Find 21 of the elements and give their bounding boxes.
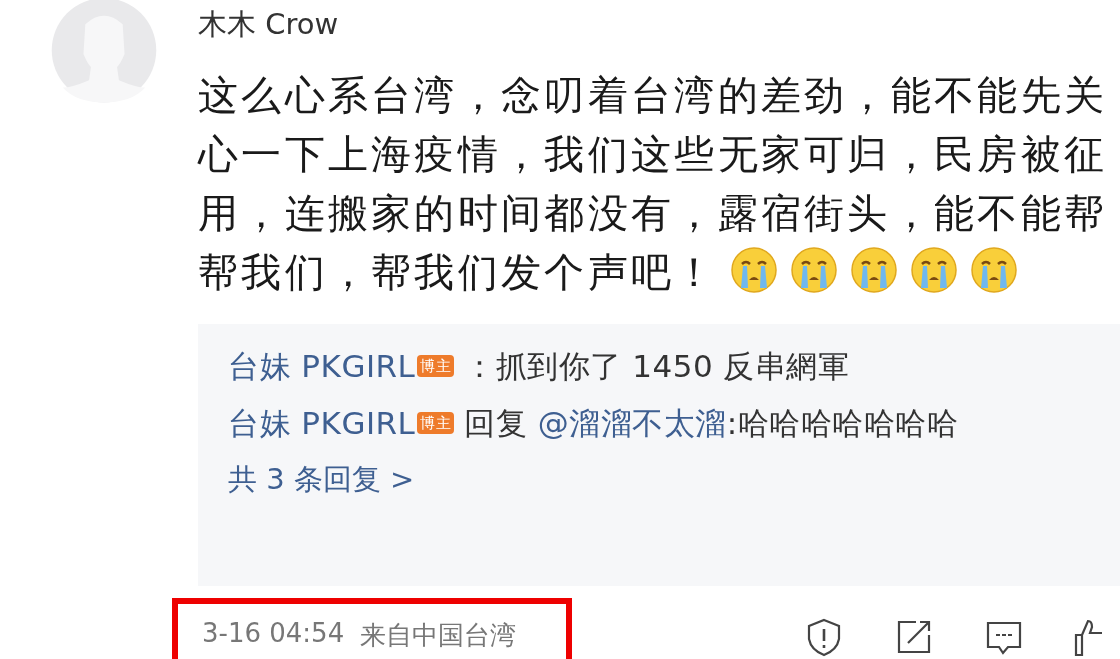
reply-text: :哈哈哈哈哈哈哈 <box>726 405 959 441</box>
username[interactable]: 木木 Crow <box>198 6 1120 42</box>
reply-author[interactable]: 台妹 PKGIRL <box>228 405 416 441</box>
reply-text: 回复 <box>464 405 529 441</box>
comment-text-line: 帮我们，帮我们发个声吧！ <box>198 249 718 295</box>
crying-emoji-icon <box>849 246 898 294</box>
crying-emoji-icon <box>909 246 958 294</box>
more-replies-link[interactable]: 共 3 条回复 > <box>228 462 415 496</box>
comment-text-line: 这么心系台湾，念叨着台湾的差劲，能不能先关 <box>198 72 1108 118</box>
comment-text-line: 用，连搬家的时间都没有，露宿街头，能不能帮 <box>198 190 1108 236</box>
badge: 博主 <box>417 355 455 377</box>
crying-emoji-icon <box>789 246 838 294</box>
reply-author[interactable]: 台妹 PKGIRL <box>228 348 416 384</box>
badge: 博主 <box>417 412 455 434</box>
mention-link[interactable]: @溜溜不太溜 <box>537 405 727 441</box>
reply-text: ：抓到你了 1450 反串網軍 <box>464 348 850 384</box>
timestamp: 3-16 04:54 <box>202 618 345 650</box>
crying-emoji-icon <box>969 246 1018 294</box>
source-label: 来自中国台湾 <box>360 619 517 652</box>
crying-emoji-icon <box>729 246 778 294</box>
comment-text-line: 心一下上海疫情，我们这些无家可归，民房被征 <box>198 131 1108 177</box>
